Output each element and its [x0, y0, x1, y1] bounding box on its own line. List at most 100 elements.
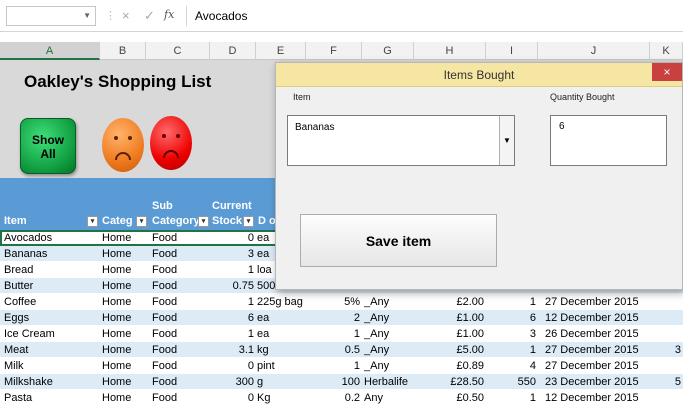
table-row[interactable]: Ice Cream Home Food 1 ea 1 _Any £1.00 3 …	[0, 326, 683, 342]
cell-price[interactable]: £28.50	[414, 374, 484, 390]
cell-item[interactable]: Meat	[4, 342, 98, 358]
cell-subcategory[interactable]: Food	[152, 262, 208, 278]
cell-stock[interactable]: 1	[210, 262, 254, 278]
sad-face-orange-icon[interactable]	[102, 118, 144, 172]
cell-item[interactable]: Coffee	[4, 294, 98, 310]
cell-qty[interactable]: 1	[486, 342, 536, 358]
cell-k[interactable]	[650, 326, 681, 342]
cell-unit[interactable]: kg	[257, 342, 305, 358]
cell-k[interactable]	[650, 358, 681, 374]
cell-category[interactable]: Home	[102, 310, 146, 326]
cell-price[interactable]: £1.00	[414, 310, 484, 326]
cell-unit[interactable]: g	[257, 374, 305, 390]
cell-unit[interactable]: Kg	[257, 390, 305, 405]
cell-date[interactable]: 23 December 2015	[545, 374, 650, 390]
cell-date[interactable]: 12 December 2015	[545, 390, 650, 405]
column-header-i[interactable]: I	[486, 42, 538, 60]
cell-unit[interactable]: ea	[257, 326, 305, 342]
column-header-c[interactable]: C	[146, 42, 210, 60]
cell-category[interactable]: Home	[102, 230, 146, 246]
cell-store[interactable]: _Any	[364, 358, 414, 374]
filter-dropdown-icon[interactable]: ▾	[136, 216, 147, 227]
cell-store[interactable]: Any	[364, 390, 414, 405]
cell-qty[interactable]: 3	[486, 326, 536, 342]
cell-price[interactable]: £1.00	[414, 326, 484, 342]
chevron-down-icon[interactable]: ▼	[83, 11, 91, 20]
cell-item[interactable]: Milkshake	[4, 374, 98, 390]
cell-stock[interactable]: 3	[210, 246, 254, 262]
cell-subcategory[interactable]: Food	[152, 294, 208, 310]
cell-qty[interactable]: 1	[486, 294, 536, 310]
cell-subcategory[interactable]: Food	[152, 342, 208, 358]
filter-dropdown-icon[interactable]: ▾	[87, 216, 98, 227]
cell-subcategory[interactable]: Food	[152, 390, 208, 405]
cell-store[interactable]: Herbalife	[364, 374, 414, 390]
cell-category[interactable]: Home	[102, 374, 146, 390]
show-all-button[interactable]: Show All	[20, 118, 76, 174]
cell-date[interactable]: 27 December 2015	[545, 342, 650, 358]
column-header-h[interactable]: H	[414, 42, 486, 60]
cell-unit[interactable]: ea	[257, 310, 305, 326]
column-header-j[interactable]: J	[538, 42, 650, 60]
sad-face-red-icon[interactable]	[150, 116, 192, 170]
cell-category[interactable]: Home	[102, 342, 146, 358]
cell-f[interactable]: 0.5	[306, 342, 360, 358]
column-header-g[interactable]: G	[362, 42, 414, 60]
table-row[interactable]: Eggs Home Food 6 ea 2 _Any £1.00 6 12 De…	[0, 310, 683, 326]
cancel-icon[interactable]: ×	[122, 8, 130, 23]
cell-subcategory[interactable]: Food	[152, 326, 208, 342]
column-header-e[interactable]: E	[256, 42, 306, 60]
cell-stock[interactable]: 300	[210, 374, 254, 390]
cell-subcategory[interactable]: Food	[152, 310, 208, 326]
cell-category[interactable]: Home	[102, 246, 146, 262]
column-header-b[interactable]: B	[100, 42, 146, 60]
cell-f[interactable]: 1	[306, 358, 360, 374]
cell-k[interactable]: 3	[650, 342, 681, 358]
name-box[interactable]: ▼	[6, 6, 96, 26]
cell-f[interactable]: 5%	[306, 294, 360, 310]
cell-qty[interactable]: 550	[486, 374, 536, 390]
cell-qty[interactable]: 1	[486, 390, 536, 405]
filter-dropdown-icon[interactable]: ▾	[243, 216, 254, 227]
filter-dropdown-icon[interactable]: ▾	[198, 216, 209, 227]
cell-price[interactable]: £2.00	[414, 294, 484, 310]
cell-category[interactable]: Home	[102, 278, 146, 294]
cell-f[interactable]: 1	[306, 326, 360, 342]
cell-qty[interactable]: 6	[486, 310, 536, 326]
cell-item[interactable]: Bread	[4, 262, 98, 278]
cell-store[interactable]: _Any	[364, 342, 414, 358]
cell-store[interactable]: _Any	[364, 326, 414, 342]
item-combobox[interactable]: Bananas ▼	[287, 115, 515, 166]
cell-item[interactable]: Butter	[4, 278, 98, 294]
cell-stock[interactable]: 0.75	[210, 278, 254, 294]
cell-store[interactable]: _Any	[364, 310, 414, 326]
cell-item[interactable]: Ice Cream	[4, 326, 98, 342]
cell-store[interactable]: _Any	[364, 294, 414, 310]
table-row[interactable]: Pasta Home Food 0 Kg 0.2 Any £0.50 1 12 …	[0, 390, 683, 405]
cell-date[interactable]: 26 December 2015	[545, 326, 650, 342]
cell-category[interactable]: Home	[102, 294, 146, 310]
cell-category[interactable]: Home	[102, 326, 146, 342]
cell-date[interactable]: 27 December 2015	[545, 358, 650, 374]
cell-item[interactable]: Pasta	[4, 390, 98, 405]
cell-stock[interactable]: 6	[210, 310, 254, 326]
function-icon[interactable]: fx	[164, 8, 174, 21]
cell-subcategory[interactable]: Food	[152, 278, 208, 294]
cell-stock[interactable]: 0	[210, 358, 254, 374]
cell-item[interactable]: Milk	[4, 358, 98, 374]
cell-subcategory[interactable]: Food	[152, 374, 208, 390]
cell-category[interactable]: Home	[102, 390, 146, 405]
formula-input[interactable]: Avocados	[186, 6, 683, 26]
cell-item[interactable]: Bananas	[4, 246, 98, 262]
cell-stock[interactable]: 1	[210, 294, 254, 310]
cell-f[interactable]: 0.2	[306, 390, 360, 405]
cell-subcategory[interactable]: Food	[152, 230, 208, 246]
cell-unit[interactable]: pint	[257, 358, 305, 374]
dialog-titlebar[interactable]: Items Bought ×	[276, 63, 682, 87]
cell-k[interactable]: 5	[650, 374, 681, 390]
cell-price[interactable]: £5.00	[414, 342, 484, 358]
close-icon[interactable]: ×	[652, 63, 682, 81]
cell-qty[interactable]: 4	[486, 358, 536, 374]
cell-stock[interactable]: 0	[210, 390, 254, 405]
cell-category[interactable]: Home	[102, 358, 146, 374]
